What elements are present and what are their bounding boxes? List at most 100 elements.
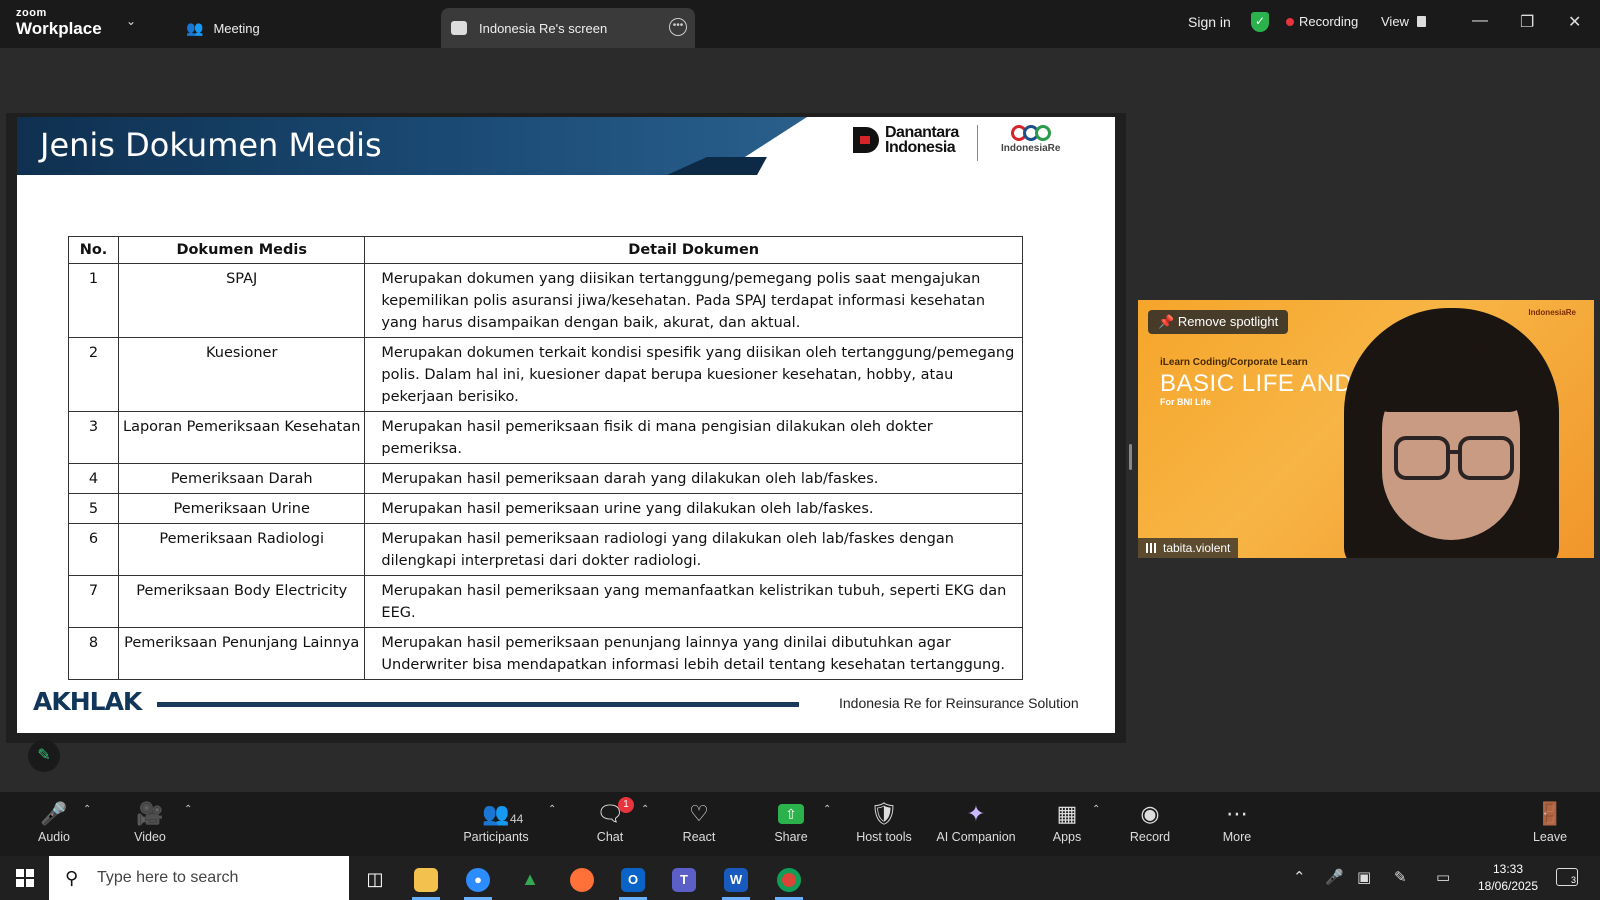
view-button[interactable]: View xyxy=(1381,14,1426,29)
row-document-detail: Merupakan hasil pemeriksaan fisik di man… xyxy=(364,411,1023,464)
video-bg-title-small: iLearn Coding/Corporate Learn xyxy=(1160,357,1308,368)
logo-big-text: Workplace xyxy=(16,19,102,38)
security-shield-icon[interactable]: ✓ xyxy=(1251,12,1269,32)
tray-microphone-icon[interactable]: 🎤 xyxy=(1325,868,1344,886)
slide-title: Jenis Dokumen Medis xyxy=(40,126,382,164)
recording-indicator[interactable]: Recording xyxy=(1286,14,1358,29)
ai-companion-label: AI Companion xyxy=(936,830,1016,844)
heart-icon: ♡ xyxy=(689,801,709,826)
remove-spotlight-label: Remove spotlight xyxy=(1177,314,1279,329)
more-options-icon[interactable]: ••• xyxy=(669,18,687,36)
chrome-icon[interactable] xyxy=(767,862,811,900)
tab-shared-screen[interactable]: Indonesia Re's screen ••• xyxy=(441,8,695,48)
clock-time: 13:33 xyxy=(1492,862,1524,876)
sign-in-button[interactable]: Sign in xyxy=(1188,14,1231,30)
task-view-icon[interactable]: ◫ xyxy=(353,862,397,896)
minimize-icon[interactable]: — xyxy=(1472,12,1488,30)
taskbar-clock[interactable]: 13:33 18/06/2025 xyxy=(1468,861,1548,895)
row-number: 6 xyxy=(68,523,119,576)
tray-display-icon[interactable]: ▭ xyxy=(1436,868,1450,886)
tab-meeting-label: Meeting xyxy=(213,20,260,36)
chevron-down-icon[interactable]: ⌄ xyxy=(126,14,136,28)
share-screen-icon: ⇧ xyxy=(749,800,833,828)
annotate-pencil-icon[interactable]: ✎ xyxy=(28,740,60,772)
header-no: No. xyxy=(68,236,119,264)
leave-button[interactable]: 🚪 Leave xyxy=(1508,800,1592,844)
video-button[interactable]: 🎥 Video xyxy=(108,800,192,844)
restore-icon[interactable]: ❐ xyxy=(1520,12,1534,32)
header-detail-dokumen: Detail Dokumen xyxy=(364,236,1023,264)
tray-chevron-up-icon[interactable]: ⌃ xyxy=(1293,868,1306,886)
apps-options-caret-icon[interactable]: ⌃ xyxy=(1092,804,1100,815)
participants-options-caret-icon[interactable]: ⌃ xyxy=(548,804,556,815)
row-document-name: Pemeriksaan Body Electricity xyxy=(117,575,366,628)
zoom-workplace-logo[interactable]: zoom Workplace xyxy=(16,8,106,38)
row-number: 3 xyxy=(68,411,119,464)
google-drive-icon[interactable]: ▲ xyxy=(508,862,552,896)
host-tools-button[interactable]: 🛡 Host tools xyxy=(842,800,926,844)
remove-spotlight-button[interactable]: 📌 Remove spotlight xyxy=(1148,310,1289,334)
row-document-name: Pemeriksaan Penunjang Lainnya xyxy=(117,627,366,680)
video-camera-icon: 🎥 xyxy=(136,801,164,826)
word-icon[interactable]: W xyxy=(714,862,758,900)
react-button[interactable]: ♡ React xyxy=(657,800,741,844)
footer-line xyxy=(157,702,799,707)
row-number: 1 xyxy=(68,263,119,338)
row-number: 8 xyxy=(68,627,119,680)
windows-start-icon[interactable] xyxy=(16,869,34,887)
close-icon[interactable]: ✕ xyxy=(1568,12,1581,32)
table-header-row: No. Dokumen Medis Detail Dokumen xyxy=(68,236,1023,264)
footer-tagline: Indonesia Re for Reinsurance Solution xyxy=(839,695,1079,711)
file-explorer-icon[interactable] xyxy=(404,862,448,900)
row-document-name: Pemeriksaan Darah xyxy=(117,463,366,494)
chat-options-caret-icon[interactable]: ⌃ xyxy=(641,804,649,815)
taskbar-search-input[interactable]: ⚲ Type here to search xyxy=(49,856,349,900)
danantara-logo: Danantara Indonesia xyxy=(853,125,959,156)
chat-bubble-icon: 🗨 1 xyxy=(568,797,652,828)
brand-divider xyxy=(977,125,978,161)
teams-icon[interactable]: T xyxy=(662,862,706,896)
ai-companion-button[interactable]: ✦ AI Companion xyxy=(934,800,1018,844)
chat-button[interactable]: 🗨 1 Chat xyxy=(568,797,652,844)
panel-splitter-handle[interactable] xyxy=(1129,444,1132,470)
row-document-detail: Merupakan hasil pemeriksaan yang memanfa… xyxy=(364,575,1023,628)
akhlak-logo: AKHLAK xyxy=(33,687,142,716)
indonesiare-logo: IndonesiaRe xyxy=(1001,125,1060,154)
more-button[interactable]: ⋯ More xyxy=(1195,800,1279,844)
outlook-icon[interactable]: O xyxy=(611,862,655,900)
leave-icon: 🚪 xyxy=(1536,801,1564,826)
record-label: Record xyxy=(1129,830,1171,844)
share-options-caret-icon[interactable]: ⌃ xyxy=(823,804,831,815)
view-layout-icon xyxy=(1416,16,1426,27)
table-body: 1 SPAJ Merupakan dokumen yang diisikan ter… xyxy=(68,263,1023,680)
zoom-app-icon[interactable]: ● xyxy=(456,862,500,900)
share-button[interactable]: ⇧ Share xyxy=(749,800,833,844)
share-label: Share xyxy=(774,830,808,844)
chat-unread-badge: 1 xyxy=(618,797,634,813)
firefox-icon[interactable] xyxy=(560,862,604,896)
video-options-caret-icon[interactable]: ⌃ xyxy=(184,804,192,815)
table-row: 3 Laporan Pemeriksaan Kesehatan Merupakan … xyxy=(68,411,1023,464)
row-number: 5 xyxy=(68,493,119,524)
tab-meeting[interactable]: 👥 Meeting xyxy=(176,8,270,48)
tray-pen-icon[interactable]: ✎ xyxy=(1394,868,1407,886)
indonesiare-text: IndonesiaRe xyxy=(1001,143,1061,154)
participant-video-tile[interactable]: IndonesiaRe iLearn Coding/Corporate Lear… xyxy=(1138,300,1594,558)
participants-button[interactable]: 👥 44 Participants xyxy=(454,800,538,844)
record-button[interactable]: ◉ Record xyxy=(1108,800,1192,844)
title-bar: zoom Workplace ⌄ 👥 Meeting Indonesia Re'… xyxy=(0,0,1600,48)
row-document-name: Laporan Pemeriksaan Kesehatan xyxy=(117,411,366,464)
table-row: 7 Pemeriksaan Body Electricity Merupakan h… xyxy=(68,575,1023,628)
apps-label: Apps xyxy=(1052,830,1082,844)
table-row: 4 Pemeriksaan Darah Merupakan hasil pemeri… xyxy=(68,463,1023,494)
danantara-mark-icon xyxy=(853,127,879,153)
audio-options-caret-icon[interactable]: ⌃ xyxy=(83,804,91,815)
tray-network-icon[interactable]: ▣ xyxy=(1357,868,1371,886)
row-document-name: Pemeriksaan Radiologi xyxy=(117,523,366,576)
notification-center-icon[interactable]: 3 xyxy=(1556,868,1578,886)
header-dokumen-medis: Dokumen Medis xyxy=(117,236,366,264)
windows-taskbar: ⚲ Type here to search ◫ ● ▲ O T W ⌃ 🎤 ▣ … xyxy=(0,856,1600,900)
view-label: View xyxy=(1381,14,1409,29)
clock-date: 18/06/2025 xyxy=(1477,879,1539,893)
video-bg-title-big: BASIC LIFE AND xyxy=(1160,370,1353,397)
